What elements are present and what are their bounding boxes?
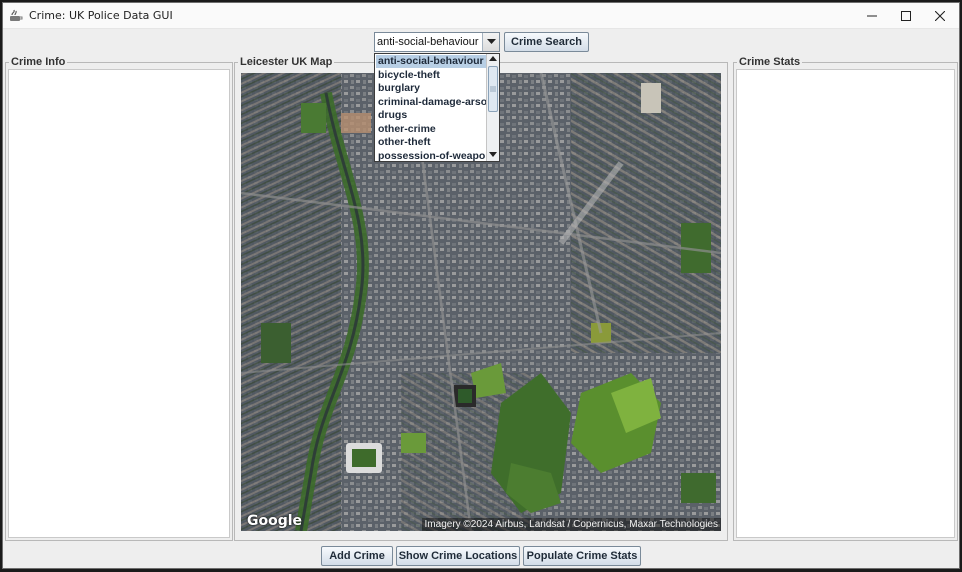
crime-search-button[interactable]: Crime Search [504, 32, 589, 52]
crime-stats-title: Crime Stats [737, 56, 803, 68]
crime-stats-panel: Crime Stats [733, 56, 958, 541]
java-app-icon [9, 9, 23, 23]
close-icon [935, 11, 945, 21]
chevron-down-icon [486, 39, 496, 44]
dropdown-scrollbar[interactable] [486, 54, 499, 161]
title-bar[interactable]: Crime: UK Police Data GUI [3, 3, 959, 29]
minimize-icon [867, 15, 877, 17]
crime-info-title: Crime Info [9, 56, 68, 68]
crime-stats-text-area[interactable] [736, 69, 955, 538]
scroll-down-icon[interactable] [489, 152, 497, 158]
show-crime-locations-button[interactable]: Show Crime Locations [396, 546, 520, 566]
dropdown-option[interactable]: bicycle-theft [376, 69, 487, 82]
dropdown-option[interactable]: possession-of-weapons [376, 150, 498, 163]
dropdown-option[interactable]: other-theft [376, 136, 487, 149]
populate-crime-stats-button[interactable]: Populate Crime Stats [523, 546, 641, 566]
crime-info-text-area[interactable] [8, 69, 230, 538]
google-logo: Google [247, 513, 303, 529]
dropdown-option[interactable]: drugs [376, 109, 487, 122]
map-attribution: Imagery ©2024 Airbus, Landsat / Copernic… [421, 518, 721, 531]
map-panel-title: Leicester UK Map [238, 56, 335, 68]
dropdown-option[interactable]: anti-social-behaviour [376, 55, 487, 68]
maximize-icon [901, 11, 911, 21]
minimize-button[interactable] [855, 3, 889, 29]
dropdown-option[interactable]: burglary [376, 82, 487, 95]
maximize-button[interactable] [889, 3, 923, 29]
crime-type-dropdown[interactable]: anti-social-behaviour bicycle-theft burg… [374, 53, 500, 162]
grip-icon [490, 86, 496, 92]
combo-arrow-button[interactable] [482, 33, 499, 51]
crime-type-value: anti-social-behaviour [377, 36, 479, 48]
dropdown-option[interactable]: criminal-damage-arson [376, 96, 494, 109]
crime-type-select[interactable]: anti-social-behaviour [374, 32, 500, 52]
close-button[interactable] [923, 3, 957, 29]
app-window: Crime: UK Police Data GUI anti-social-be… [2, 2, 960, 569]
window-title: Crime: UK Police Data GUI [29, 9, 173, 22]
dropdown-option[interactable]: other-crime [376, 123, 487, 136]
add-crime-button[interactable]: Add Crime [321, 546, 393, 566]
scroll-up-icon[interactable] [489, 56, 497, 62]
crime-info-panel: Crime Info [5, 56, 233, 541]
scrollbar-thumb[interactable] [488, 66, 498, 112]
